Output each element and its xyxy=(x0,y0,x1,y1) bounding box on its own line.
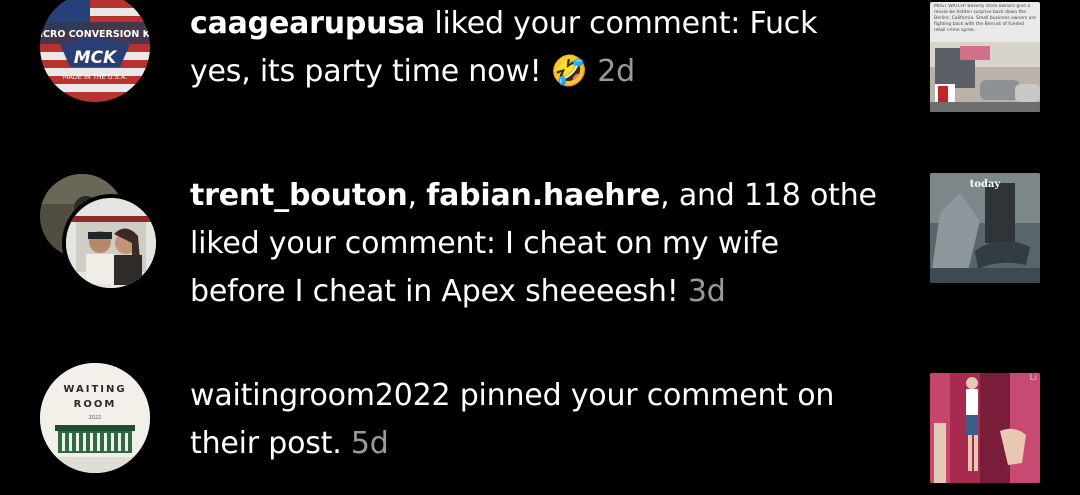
notification-text-2: trent_bouton, fabian.haehre, and 118 oth… xyxy=(190,172,895,316)
username-link[interactable]: trent_bouton xyxy=(190,178,408,213)
avatar-logo-text: MCK xyxy=(74,48,118,68)
notification-message: , and 118 othe xyxy=(660,178,877,213)
notification-message: liked your comment: Fuck xyxy=(425,6,818,41)
avatar-bottom-text: MADE IN THE U.S.A. xyxy=(63,73,128,81)
post-thumbnail-1[interactable]: MUST WATCH! Beverly store owners give a … xyxy=(930,2,1040,112)
timestamp: 2d xyxy=(597,54,636,89)
username-link[interactable]: caagearupusa xyxy=(190,6,425,41)
post-thumbnail-3[interactable]: Li xyxy=(930,373,1040,483)
avatar-caagearupusa[interactable]: MICRO CONVERSION KIT MCK MADE IN THE U.S… xyxy=(40,0,150,102)
laughing-emoji-icon: 🤣 xyxy=(550,54,588,89)
notification-message: yes, its party time now! xyxy=(190,54,551,89)
notification-message: before I cheat in Apex sheeeesh! xyxy=(190,274,688,309)
avatar-waitingroom2022[interactable]: WAITING ROOM 2022 xyxy=(40,363,150,473)
post-thumbnail-2[interactable]: today xyxy=(930,173,1040,283)
notification-message: waitingroom2022 pinned your comment on xyxy=(190,378,835,413)
notification-text-1: caagearupusa liked your comment: Fuck ye… xyxy=(190,0,895,96)
storefront-image xyxy=(930,42,1040,112)
notification-row-1[interactable]: MICRO CONVERSION KIT MCK MADE IN THE U.S… xyxy=(0,0,1080,140)
thumbnail-image xyxy=(930,373,1040,483)
notification-row-3[interactable]: WAITING ROOM 2022 waitingroom2022 pinned… xyxy=(0,355,1080,495)
timestamp: 3d xyxy=(687,274,726,309)
thumbnail-label: Li xyxy=(1029,373,1037,383)
avatar-fabian-haehre[interactable] xyxy=(62,194,160,292)
avatar-top-text: WAITING xyxy=(63,384,126,395)
avatar-top-text: MICRO CONVERSION KIT xyxy=(40,29,150,40)
avatar-year-text: 2022 xyxy=(89,415,102,421)
separator: , xyxy=(407,178,427,213)
thumbnail-caption: MUST WATCH! Beverly store owners give a … xyxy=(934,4,1036,33)
username-link[interactable]: fabian.haehre xyxy=(426,178,660,213)
timestamp: 5d xyxy=(350,426,389,461)
notification-text-3: waitingroom2022 pinned your comment on t… xyxy=(190,372,895,468)
notification-row-2[interactable]: trent_bouton, fabian.haehre, and 118 oth… xyxy=(0,160,1080,330)
thumbnail-label: today xyxy=(969,179,1001,190)
notification-message: their post. xyxy=(190,426,351,461)
avatar-mid-text: ROOM xyxy=(74,399,117,410)
notification-message: liked your comment: I cheat on my wife xyxy=(190,226,779,261)
